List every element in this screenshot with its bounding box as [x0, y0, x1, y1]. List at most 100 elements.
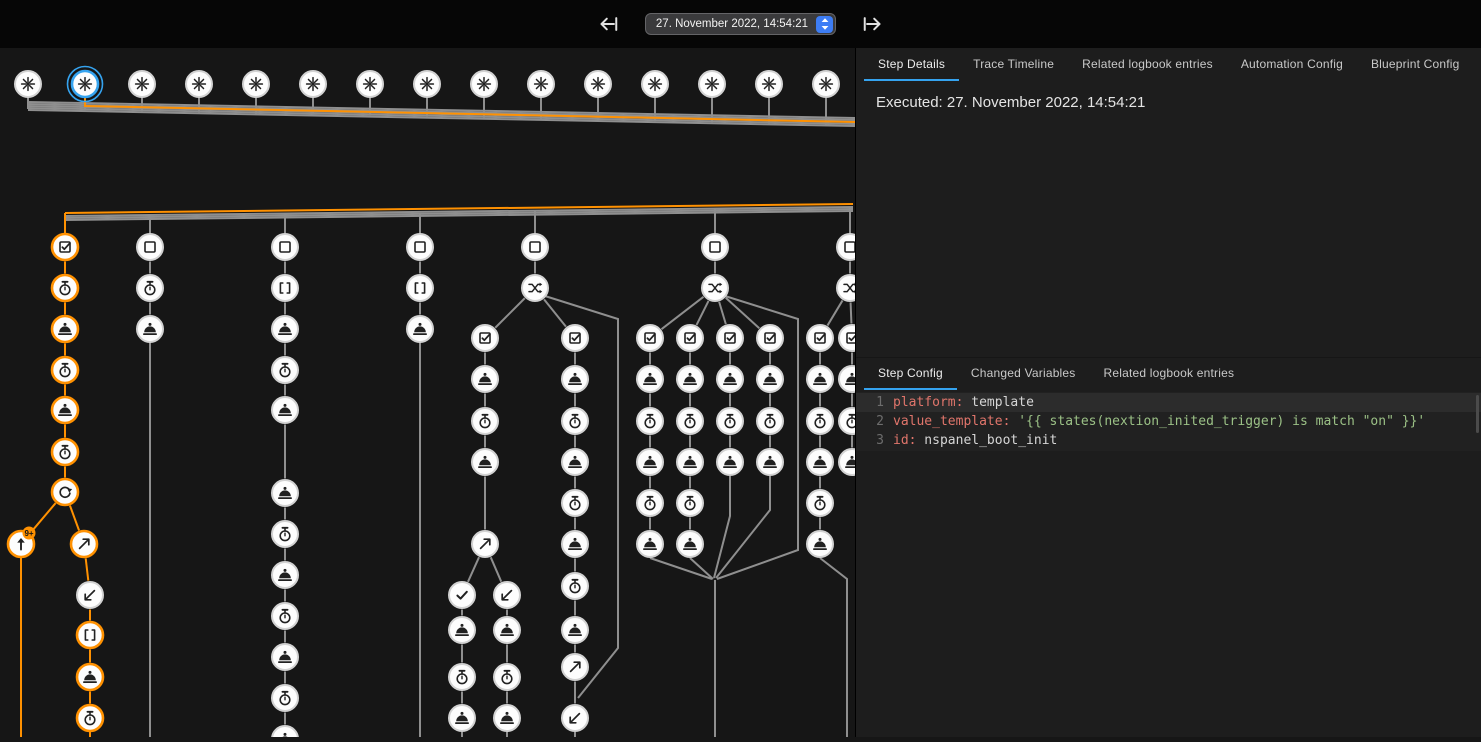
trace-node-timer[interactable] — [77, 705, 103, 731]
trace-node-bell[interactable] — [449, 705, 475, 731]
trace-node-arrow-ne[interactable] — [71, 531, 97, 557]
trace-node-square[interactable] — [522, 234, 548, 260]
trace-node-timer[interactable] — [137, 275, 163, 301]
trace-node-trigger[interactable] — [699, 71, 725, 97]
tab-related-logbook-entries[interactable]: Related logbook entries — [1068, 48, 1227, 81]
trace-node-bell[interactable] — [472, 366, 498, 392]
trace-node-bell[interactable] — [494, 705, 520, 731]
trace-node-checkbox[interactable] — [839, 325, 855, 351]
trace-node-timer[interactable] — [562, 408, 588, 434]
trace-node-timer[interactable] — [52, 275, 78, 301]
trace-node-timer[interactable] — [272, 603, 298, 629]
trace-node-arrow-ne[interactable] — [562, 654, 588, 680]
subtab-changed-variables[interactable]: Changed Variables — [957, 358, 1090, 390]
trace-node-trigger[interactable] — [414, 71, 440, 97]
next-run-button[interactable] — [858, 10, 886, 38]
trace-node-arrow-sw[interactable] — [562, 705, 588, 731]
trace-node-bell[interactable] — [272, 562, 298, 588]
trace-node-timer[interactable] — [839, 408, 855, 434]
trace-node-checkbox[interactable] — [677, 325, 703, 351]
trace-node-bell[interactable] — [757, 449, 783, 475]
trace-node-timer[interactable] — [494, 664, 520, 690]
trace-node-shuffle[interactable] — [522, 275, 548, 301]
trace-node-bell[interactable] — [272, 726, 298, 737]
trace-node-timer[interactable] — [52, 357, 78, 383]
trace-node-trigger[interactable] — [15, 71, 41, 97]
trace-node-timer[interactable] — [52, 439, 78, 465]
subtab-related-logbook-entries[interactable]: Related logbook entries — [1090, 358, 1249, 390]
trace-node-bell[interactable] — [807, 449, 833, 475]
trace-node-brackets[interactable] — [77, 622, 103, 648]
previous-run-button[interactable] — [595, 10, 623, 38]
trace-node-trigger[interactable] — [68, 67, 103, 102]
trace-node-bell[interactable] — [562, 449, 588, 475]
trace-node-square[interactable] — [272, 234, 298, 260]
code-scrollbar-thumb[interactable] — [1476, 395, 1479, 433]
trace-node-checkbox[interactable] — [472, 325, 498, 351]
trace-node-bell[interactable] — [407, 316, 433, 342]
trace-node-check[interactable] — [449, 582, 475, 608]
trace-node-bell[interactable] — [272, 397, 298, 423]
trace-node-trigger[interactable] — [243, 71, 269, 97]
trace-node-bell[interactable] — [839, 449, 855, 475]
trace-node-timer[interactable] — [637, 408, 663, 434]
trace-node-repeat[interactable] — [52, 479, 78, 505]
trace-node-square[interactable] — [137, 234, 163, 260]
trace-node-bell[interactable] — [717, 366, 743, 392]
trace-node-shuffle[interactable] — [837, 275, 855, 301]
tab-blueprint-config[interactable]: Blueprint Config — [1357, 48, 1474, 81]
trace-node-bell[interactable] — [77, 664, 103, 690]
trace-node-timer[interactable] — [272, 357, 298, 383]
trace-node-timer[interactable] — [272, 521, 298, 547]
trace-canvas[interactable]: 9+ — [0, 48, 855, 737]
subtab-step-config[interactable]: Step Config — [864, 358, 957, 390]
trace-node-brackets[interactable] — [272, 275, 298, 301]
trace-node-timer[interactable] — [562, 573, 588, 599]
trace-node-bell[interactable] — [637, 531, 663, 557]
trace-node-bell[interactable] — [807, 531, 833, 557]
trace-node-bell[interactable] — [562, 531, 588, 557]
tab-trace-timeline[interactable]: Trace Timeline — [959, 48, 1068, 81]
trace-node-timer[interactable] — [677, 408, 703, 434]
trace-node-bell[interactable] — [717, 449, 743, 475]
tab-step-details[interactable]: Step Details — [864, 48, 959, 81]
trace-node-timer[interactable] — [272, 685, 298, 711]
trace-node-square[interactable] — [702, 234, 728, 260]
trace-node-square[interactable] — [837, 234, 855, 260]
trace-node-bell[interactable] — [137, 316, 163, 342]
trace-node-bell[interactable] — [52, 316, 78, 342]
trace-node-brackets[interactable] — [407, 275, 433, 301]
tab-automation-config[interactable]: Automation Config — [1227, 48, 1357, 81]
trace-node-timer[interactable] — [637, 490, 663, 516]
trace-node-checkbox[interactable] — [562, 325, 588, 351]
trace-node-checkbox[interactable] — [757, 325, 783, 351]
trace-node-bell[interactable] — [637, 449, 663, 475]
trace-node-bell[interactable] — [677, 366, 703, 392]
trace-node-trigger[interactable] — [129, 71, 155, 97]
trace-node-bell[interactable] — [272, 644, 298, 670]
trace-node-timer[interactable] — [449, 664, 475, 690]
trace-node-bell[interactable] — [272, 316, 298, 342]
trace-node-checkbox[interactable] — [52, 234, 78, 260]
trace-node-bell[interactable] — [562, 617, 588, 643]
trace-node-arrow-sw[interactable] — [494, 582, 520, 608]
trace-node-trigger[interactable] — [642, 71, 668, 97]
trace-node-bell[interactable] — [677, 449, 703, 475]
trace-node-timer[interactable] — [677, 490, 703, 516]
trace-node-bell[interactable] — [807, 366, 833, 392]
trace-node-timer[interactable] — [472, 408, 498, 434]
trace-node-bell[interactable] — [839, 366, 855, 392]
trace-node-timer[interactable] — [807, 408, 833, 434]
trace-node-timer[interactable] — [562, 490, 588, 516]
trace-node-bell[interactable] — [757, 366, 783, 392]
trace-node-checkbox[interactable] — [637, 325, 663, 351]
trace-node-bell[interactable] — [562, 366, 588, 392]
trace-node-trigger[interactable] — [471, 71, 497, 97]
trace-node-bell[interactable] — [494, 617, 520, 643]
trace-node-checkbox[interactable] — [807, 325, 833, 351]
trace-node-trigger[interactable] — [357, 71, 383, 97]
trace-node-bell[interactable] — [449, 617, 475, 643]
trace-node-checkbox[interactable] — [717, 325, 743, 351]
trace-node-trigger[interactable] — [300, 71, 326, 97]
trace-node-bell[interactable] — [472, 449, 498, 475]
